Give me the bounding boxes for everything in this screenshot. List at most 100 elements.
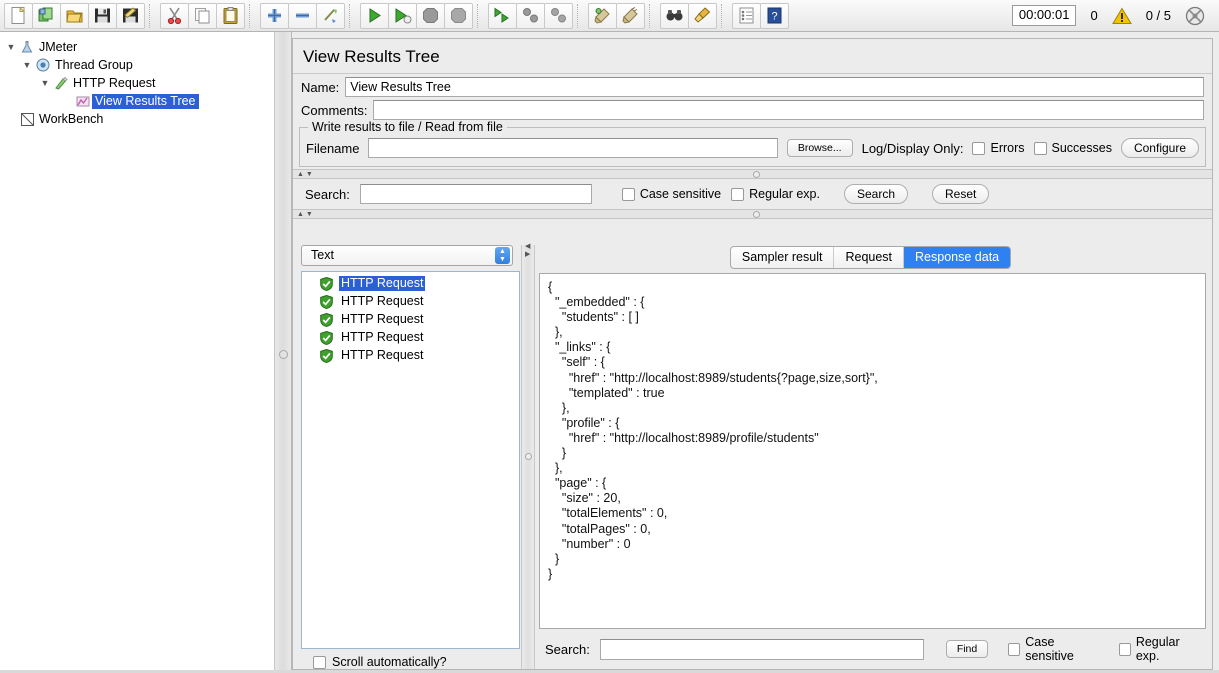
main-split-divider[interactable] <box>274 32 292 673</box>
chevron-down-icon[interactable]: ▼ <box>20 56 34 74</box>
split-divider-grip[interactable] <box>753 171 760 178</box>
clear-all-icon[interactable] <box>616 3 645 29</box>
bottom-case-sensitive-checkbox[interactable]: Case sensitive <box>1008 635 1099 663</box>
results-split-divider[interactable]: ◀▶ <box>521 245 535 669</box>
filename-input[interactable] <box>368 138 777 158</box>
list-item[interactable]: HTTP Request <box>302 329 519 347</box>
save-as-icon[interactable] <box>116 3 145 29</box>
checkbox-box[interactable] <box>1119 643 1131 656</box>
list-item-label: HTTP Request <box>339 276 425 291</box>
filename-label: Filename <box>306 141 359 156</box>
search-icon[interactable] <box>660 3 689 29</box>
chevron-updown-icon[interactable]: ▲▼ <box>495 247 510 264</box>
results-list-column: Text ▲▼ HTTP Request <box>293 241 521 669</box>
checkbox-box[interactable] <box>313 656 326 669</box>
top-search-input[interactable] <box>360 184 592 204</box>
response-data-text: { "_embedded" : { "students" : [ ] }, "_… <box>540 274 1205 588</box>
upper-split-divider[interactable]: ▲▼ <box>293 169 1212 179</box>
tree-node-view-results-tree[interactable]: View Results Tree <box>0 92 274 110</box>
renderer-combo[interactable]: Text ▲▼ <box>301 245 513 266</box>
expand-all-icon[interactable] <box>260 3 289 29</box>
tree-node-jmeter[interactable]: ▼ JMeter <box>0 38 274 56</box>
renderer-selected-value: Text <box>311 248 334 262</box>
name-input[interactable] <box>345 77 1204 97</box>
view-results-tree-panel: View Results Tree Name: Comments: Write … <box>292 38 1213 670</box>
list-item[interactable]: HTTP Request <box>302 293 519 311</box>
tab-sampler-result[interactable]: Sampler result <box>731 247 835 268</box>
sampler-results-list[interactable]: HTTP Request HTTP Request HTTP Request <box>301 271 520 649</box>
checkbox-box[interactable] <box>731 188 744 201</box>
tree-node-label: JMeter <box>36 40 80 55</box>
save-icon[interactable] <box>88 3 117 29</box>
lower-split-divider[interactable]: ▲▼ <box>293 209 1212 219</box>
start-remote-all-icon[interactable] <box>488 3 517 29</box>
collapse-all-icon[interactable] <box>288 3 317 29</box>
chevron-down-icon[interactable]: ▼ <box>38 74 52 92</box>
split-divider-grip[interactable] <box>279 350 288 359</box>
write-results-groupbox: Write results to file / Read from file F… <box>299 127 1206 167</box>
split-arrows-icon[interactable]: ◀▶ <box>525 243 530 259</box>
split-arrows-icon[interactable]: ▲▼ <box>297 170 315 179</box>
name-field-row: Name: <box>293 74 1212 100</box>
test-plan-tree[interactable]: ▼ JMeter ▼ Thread Group ▼ HTTP Request <box>0 32 274 673</box>
open-icon[interactable] <box>60 3 89 29</box>
elapsed-time: 00:00:01 <box>1012 5 1077 26</box>
help-icon[interactable]: ? <box>760 3 789 29</box>
tab-response-data[interactable]: Response data <box>904 247 1010 268</box>
checkbox-box[interactable] <box>972 142 985 155</box>
tab-request[interactable]: Request <box>834 247 904 268</box>
connection-icon[interactable] <box>1185 6 1205 26</box>
browse-button[interactable]: Browse... <box>787 139 853 157</box>
list-item[interactable]: HTTP Request <box>302 311 519 329</box>
split-arrows-icon[interactable]: ▲▼ <box>297 210 315 219</box>
paste-icon[interactable] <box>216 3 245 29</box>
templates-icon[interactable] <box>32 3 61 29</box>
list-item-label: HTTP Request <box>339 294 425 309</box>
bottom-regex-checkbox[interactable]: Regular exp. <box>1119 635 1200 663</box>
shutdown-icon[interactable] <box>444 3 473 29</box>
checkbox-box[interactable] <box>622 188 635 201</box>
start-no-pauses-icon[interactable] <box>388 3 417 29</box>
list-item[interactable]: HTTP Request <box>302 275 519 293</box>
clear-icon[interactable] <box>588 3 617 29</box>
scroll-automatically-checkbox[interactable]: Scroll automatically? <box>301 649 521 669</box>
test-plan-icon <box>18 39 36 55</box>
warning-triangle-icon[interactable] <box>1112 7 1132 25</box>
find-button[interactable]: Find <box>946 640 988 658</box>
cut-icon[interactable] <box>160 3 189 29</box>
stop-remote-all-icon[interactable] <box>516 3 545 29</box>
search-reset-icon[interactable] <box>688 3 717 29</box>
tree-node-http-request[interactable]: ▼ HTTP Request <box>0 74 274 92</box>
successes-checkbox[interactable]: Successes <box>1034 141 1112 155</box>
start-icon[interactable] <box>360 3 389 29</box>
top-regex-checkbox[interactable]: Regular exp. <box>731 187 820 201</box>
checkbox-box[interactable] <box>1008 643 1020 656</box>
split-divider-grip[interactable] <box>525 453 532 460</box>
errors-checkbox[interactable]: Errors <box>972 141 1024 155</box>
bottom-search-input[interactable] <box>600 639 924 660</box>
list-item[interactable]: HTTP Request <box>302 347 519 365</box>
shutdown-remote-all-icon[interactable] <box>544 3 573 29</box>
copy-icon[interactable] <box>188 3 217 29</box>
successes-label: Successes <box>1052 141 1112 155</box>
tree-node-thread-group[interactable]: ▼ Thread Group <box>0 56 274 74</box>
chevron-down-icon[interactable]: ▼ <box>4 38 18 56</box>
split-divider-grip[interactable] <box>753 211 760 218</box>
page-title: View Results Tree <box>293 39 1212 74</box>
name-label: Name: <box>301 80 339 95</box>
toolbar-status-area: 00:00:01 0 0 / 5 <box>1012 5 1215 26</box>
reset-button[interactable]: Reset <box>932 184 989 204</box>
toggle-icon[interactable] <box>316 3 345 29</box>
response-data-view[interactable]: { "_embedded" : { "students" : [ ] }, "_… <box>539 273 1206 629</box>
stop-icon[interactable] <box>416 3 445 29</box>
toolbar-separator <box>721 4 728 28</box>
new-icon[interactable] <box>4 3 33 29</box>
function-helper-icon[interactable] <box>732 3 761 29</box>
configure-button[interactable]: Configure <box>1121 138 1199 158</box>
tree-node-workbench[interactable]: WorkBench <box>0 110 274 128</box>
comments-input[interactable] <box>373 100 1204 120</box>
checkbox-box[interactable] <box>1034 142 1047 155</box>
search-button[interactable]: Search <box>844 184 908 204</box>
top-case-sensitive-checkbox[interactable]: Case sensitive <box>622 187 721 201</box>
write-results-group-title: Write results to file / Read from file <box>308 120 507 134</box>
